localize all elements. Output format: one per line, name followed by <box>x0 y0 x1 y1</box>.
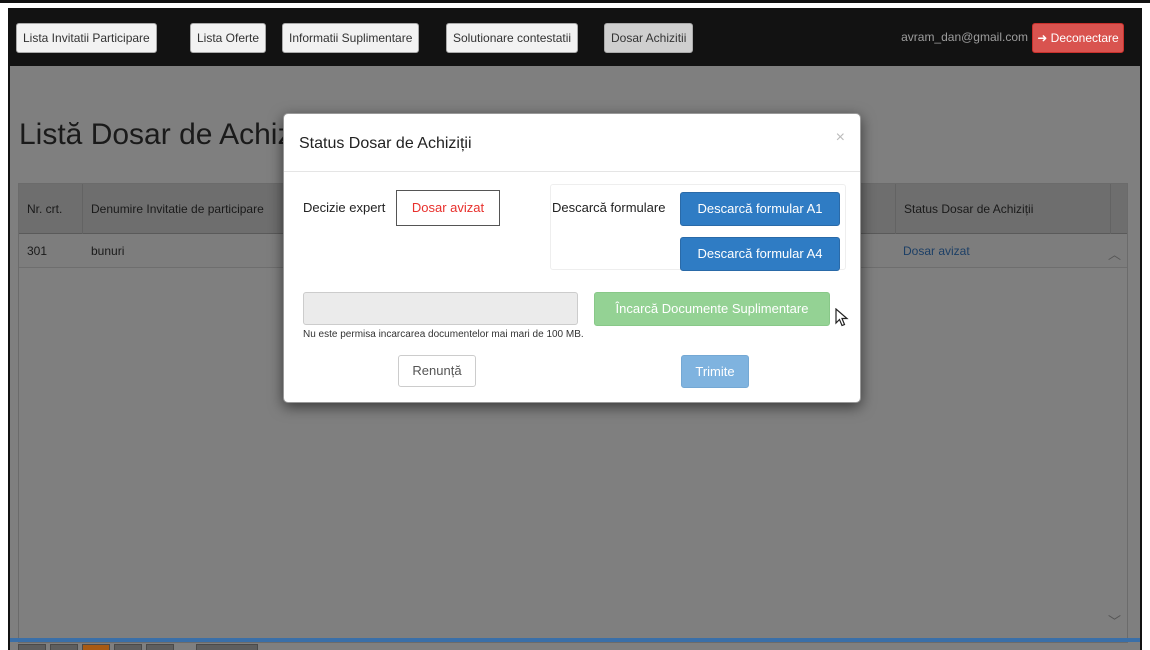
cell-nr: 301 <box>27 244 48 258</box>
cancel-button[interactable]: Renunță <box>398 355 476 387</box>
scroll-down-icon[interactable]: ﹀ <box>1108 611 1121 630</box>
scroll-up-icon[interactable]: ︿ <box>1108 244 1121 263</box>
mouse-cursor-icon <box>835 308 849 327</box>
pager-prev[interactable] <box>18 644 46 650</box>
nav-lista-oferte[interactable]: Lista Oferte <box>190 23 267 53</box>
cell-denumire: bunuri <box>91 244 125 258</box>
nav-dosar-achizitii[interactable]: Dosar Achizitii <box>604 23 694 53</box>
logout-label: Deconectare <box>1050 31 1119 45</box>
decision-label: Decizie expert <box>303 200 386 215</box>
nav-lista-invitatii[interactable]: Lista Invitatii Participare <box>16 23 157 53</box>
nav-solutionare-contestatii[interactable]: Solutionare contestatii <box>446 23 579 53</box>
pager-last[interactable] <box>146 644 174 650</box>
bottom-scrollbar[interactable] <box>10 638 1140 642</box>
pager-first[interactable] <box>50 644 78 650</box>
header-denumire: Denumire Invitatie de participare <box>83 184 303 234</box>
upload-size-note: Nu este permisa incarcarea documentelor … <box>303 329 584 340</box>
modal-header: Status Dosar de Achiziții × <box>284 114 860 172</box>
header-status: Status Dosar de Achiziții <box>895 184 1111 234</box>
user-email: avram_dan@gmail.com <box>901 30 1028 44</box>
close-icon[interactable]: × <box>836 129 845 147</box>
navbar: Lista Invitatii Participare Lista Oferte… <box>10 10 1140 66</box>
pager-current[interactable] <box>82 644 110 650</box>
download-a4-button[interactable]: Descarcă formular A4 <box>680 237 840 271</box>
page-size-select[interactable] <box>196 644 258 650</box>
pager-next[interactable] <box>114 644 142 650</box>
page-title: Listă Dosar de Achizi <box>19 118 300 151</box>
decision-value: Dosar avizat <box>396 190 500 226</box>
logout-button[interactable]: ➜ Deconectare <box>1032 23 1124 53</box>
top-border <box>0 0 1150 3</box>
upload-documents-button[interactable]: Încarcă Documente Suplimentare <box>594 292 830 326</box>
send-button[interactable]: Trimite <box>681 355 749 388</box>
cell-status-link[interactable]: Dosar avizat <box>895 234 1111 268</box>
download-a1-button[interactable]: Descarcă formular A1 <box>680 192 840 226</box>
download-label: Descarcă formulare <box>552 200 666 215</box>
status-dosar-modal: Status Dosar de Achiziții × Decizie expe… <box>283 113 861 403</box>
sign-out-icon: ➜ <box>1037 31 1048 45</box>
file-path-input[interactable] <box>303 292 578 325</box>
header-nr-crt: Nr. crt. <box>19 184 83 234</box>
modal-title: Status Dosar de Achiziții <box>299 135 472 152</box>
nav-informatii-suplimentare[interactable]: Informatii Suplimentare <box>282 23 420 53</box>
